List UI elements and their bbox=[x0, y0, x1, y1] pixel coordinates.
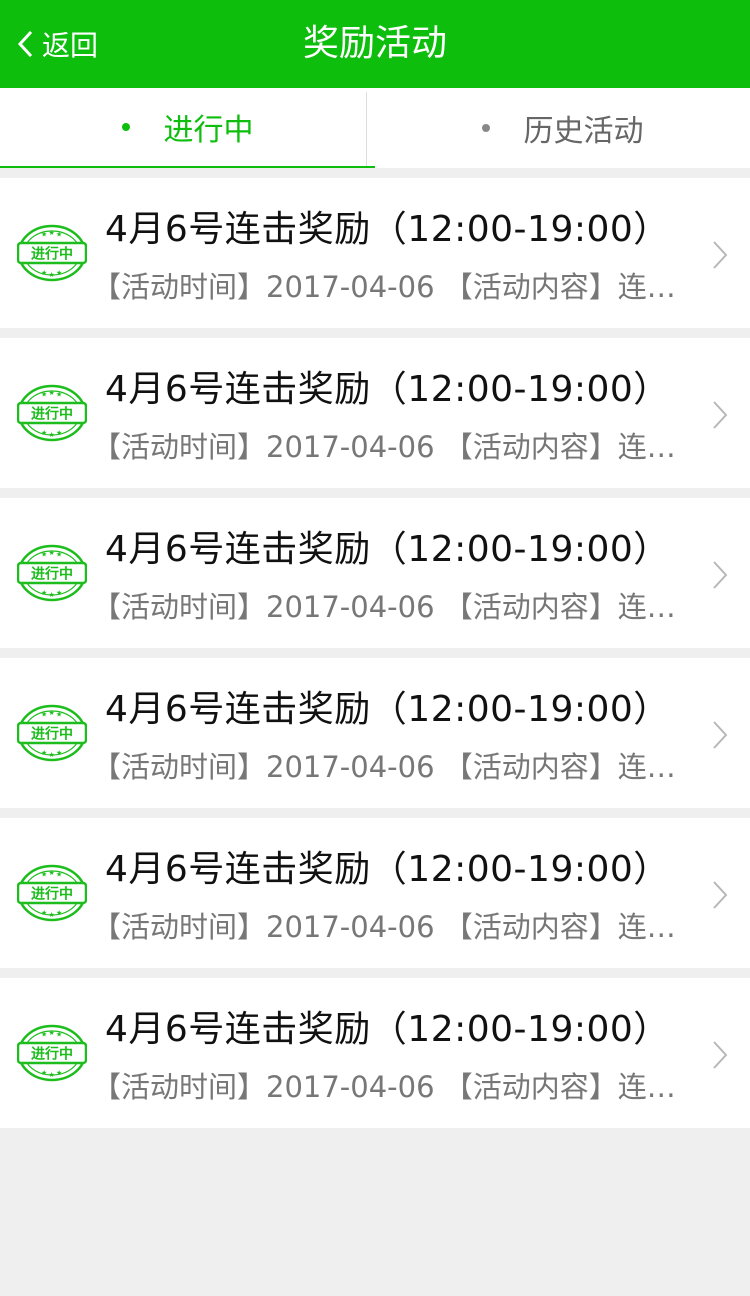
tab-bar: 进行中 历史活动 bbox=[0, 88, 750, 168]
tab-label: 历史活动 bbox=[523, 114, 644, 149]
ongoing-stamp-icon: ★ ★ ★ ★ ★ ★ 进行中 bbox=[17, 1024, 87, 1082]
svg-text:★: ★ bbox=[41, 269, 47, 277]
stamp-label: 进行中 bbox=[31, 566, 73, 583]
svg-text:★: ★ bbox=[56, 429, 62, 437]
svg-text:★: ★ bbox=[41, 589, 47, 597]
svg-text:★: ★ bbox=[56, 391, 62, 399]
svg-text:★: ★ bbox=[49, 271, 55, 279]
activity-title: 4月6号连击奖励（12:00-19:00） bbox=[105, 529, 670, 570]
svg-text:★: ★ bbox=[49, 229, 55, 237]
activity-subtitle: 【活动时间】2017-04-06 【活动内容】连击奖励 bbox=[92, 1070, 686, 1104]
activity-item[interactable]: ★ ★ ★ ★ ★ ★ 进行中 4月6号连击奖励（12:00-19:00） 【活… bbox=[0, 978, 750, 1128]
svg-text:★: ★ bbox=[41, 871, 47, 879]
activity-title: 4月6号连击奖励（12:00-19:00） bbox=[105, 209, 670, 250]
tab-dot-icon bbox=[121, 123, 130, 131]
svg-text:★: ★ bbox=[41, 1069, 47, 1077]
svg-text:★: ★ bbox=[49, 1029, 55, 1037]
stamp-label: 进行中 bbox=[31, 886, 73, 903]
svg-text:★: ★ bbox=[56, 231, 62, 239]
stamp-label: 进行中 bbox=[31, 406, 73, 423]
activity-list: ★ ★ ★ ★ ★ ★ 进行中 4月6号连击奖励（12:00-19:00） 【活… bbox=[0, 178, 750, 1138]
svg-text:★: ★ bbox=[41, 391, 47, 399]
svg-text:★: ★ bbox=[56, 871, 62, 879]
activity-subtitle: 【活动时间】2017-04-06 【活动内容】连击奖励 bbox=[92, 590, 686, 624]
ongoing-stamp-icon: ★ ★ ★ ★ ★ ★ 进行中 bbox=[17, 224, 87, 282]
svg-text:★: ★ bbox=[49, 709, 55, 717]
svg-text:★: ★ bbox=[41, 551, 47, 559]
activity-subtitle: 【活动时间】2017-04-06 【活动内容】连击奖励 bbox=[92, 430, 686, 464]
chevron-right-icon bbox=[713, 241, 728, 269]
svg-text:★: ★ bbox=[56, 909, 62, 917]
activity-item[interactable]: ★ ★ ★ ★ ★ ★ 进行中 4月6号连击奖励（12:00-19:00） 【活… bbox=[0, 178, 750, 328]
nav-bar: 返回 奖励活动 bbox=[0, 0, 750, 88]
svg-text:★: ★ bbox=[56, 551, 62, 559]
svg-text:★: ★ bbox=[49, 751, 55, 759]
activity-title: 4月6号连击奖励（12:00-19:00） bbox=[105, 849, 670, 890]
svg-text:★: ★ bbox=[49, 911, 55, 919]
activity-title: 4月6号连击奖励（12:00-19:00） bbox=[105, 369, 670, 410]
tab-label: 进行中 bbox=[163, 113, 254, 148]
activity-item[interactable]: ★ ★ ★ ★ ★ ★ 进行中 4月6号连击奖励（12:00-19:00） 【活… bbox=[0, 338, 750, 488]
tab-divider bbox=[366, 92, 367, 166]
chevron-right-icon bbox=[713, 401, 728, 429]
svg-text:★: ★ bbox=[56, 1031, 62, 1039]
ongoing-stamp-icon: ★ ★ ★ ★ ★ ★ 进行中 bbox=[17, 704, 87, 762]
tab-ongoing[interactable]: 进行中 bbox=[0, 88, 375, 168]
svg-text:★: ★ bbox=[56, 1069, 62, 1077]
tab-dot-icon bbox=[481, 124, 490, 132]
activity-subtitle: 【活动时间】2017-04-06 【活动内容】连击奖励 bbox=[92, 910, 686, 944]
chevron-right-icon bbox=[713, 881, 728, 909]
ongoing-stamp-icon: ★ ★ ★ ★ ★ ★ 进行中 bbox=[17, 864, 87, 922]
svg-text:★: ★ bbox=[41, 749, 47, 757]
ongoing-stamp-icon: ★ ★ ★ ★ ★ ★ 进行中 bbox=[17, 384, 87, 442]
svg-text:★: ★ bbox=[41, 429, 47, 437]
activity-item[interactable]: ★ ★ ★ ★ ★ ★ 进行中 4月6号连击奖励（12:00-19:00） 【活… bbox=[0, 818, 750, 968]
svg-text:★: ★ bbox=[56, 269, 62, 277]
svg-text:★: ★ bbox=[41, 1031, 47, 1039]
svg-text:★: ★ bbox=[56, 589, 62, 597]
svg-text:★: ★ bbox=[41, 711, 47, 719]
activity-subtitle: 【活动时间】2017-04-06 【活动内容】连击奖励 bbox=[92, 750, 686, 784]
activity-title: 4月6号连击奖励（12:00-19:00） bbox=[105, 689, 670, 730]
chevron-right-icon bbox=[713, 721, 728, 749]
ongoing-stamp-icon: ★ ★ ★ ★ ★ ★ 进行中 bbox=[17, 544, 87, 602]
tab-history[interactable]: 历史活动 bbox=[375, 88, 750, 168]
activity-item[interactable]: ★ ★ ★ ★ ★ ★ 进行中 4月6号连击奖励（12:00-19:00） 【活… bbox=[0, 498, 750, 648]
activity-subtitle: 【活动时间】2017-04-06 【活动内容】连击奖励 bbox=[92, 270, 686, 304]
svg-text:★: ★ bbox=[56, 711, 62, 719]
svg-text:★: ★ bbox=[49, 869, 55, 877]
chevron-right-icon bbox=[713, 561, 728, 589]
chevron-right-icon bbox=[713, 1041, 728, 1069]
svg-text:★: ★ bbox=[49, 591, 55, 599]
svg-text:★: ★ bbox=[49, 1071, 55, 1079]
stamp-label: 进行中 bbox=[31, 1046, 73, 1063]
svg-text:★: ★ bbox=[41, 909, 47, 917]
svg-text:★: ★ bbox=[56, 749, 62, 757]
back-button[interactable]: 返回 bbox=[16, 0, 98, 88]
activity-title: 4月6号连击奖励（12:00-19:00） bbox=[105, 1009, 670, 1050]
chevron-left-icon bbox=[17, 30, 33, 58]
activity-item[interactable]: ★ ★ ★ ★ ★ ★ 进行中 4月6号连击奖励（12:00-19:00） 【活… bbox=[0, 658, 750, 808]
svg-text:★: ★ bbox=[49, 389, 55, 397]
svg-text:★: ★ bbox=[49, 549, 55, 557]
stamp-label: 进行中 bbox=[31, 726, 73, 743]
svg-text:★: ★ bbox=[49, 431, 55, 439]
svg-text:★: ★ bbox=[41, 231, 47, 239]
page-title: 奖励活动 bbox=[302, 23, 447, 64]
stamp-label: 进行中 bbox=[31, 246, 73, 263]
back-label: 返回 bbox=[42, 29, 99, 62]
